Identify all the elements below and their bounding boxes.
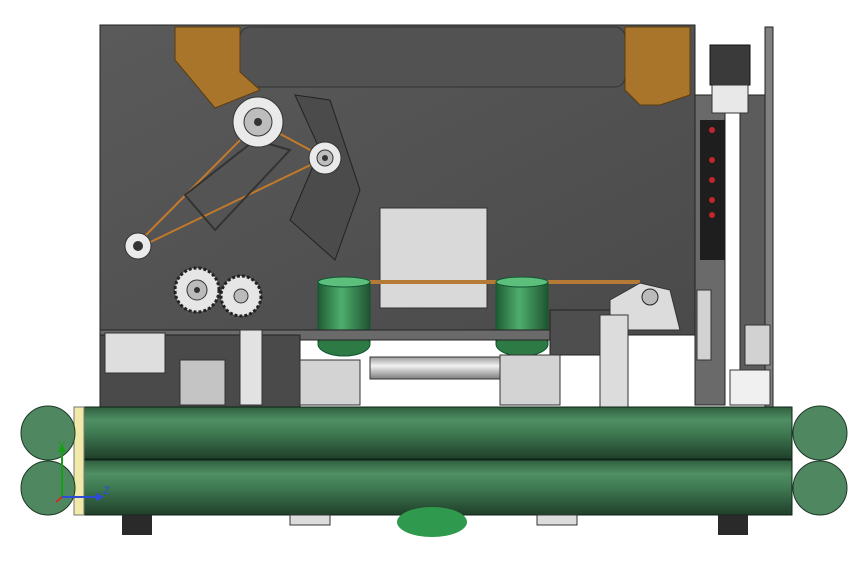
gear-left[interactable] [173,266,221,314]
pulley-large[interactable] [232,96,284,148]
roller-end-cap[interactable] [73,406,85,516]
roller-lower[interactable] [79,459,793,516]
roller-end-right[interactable] [792,405,848,516]
pulley-small[interactable] [124,232,152,260]
green-cylinder-right[interactable] [495,276,549,357]
main-shaft[interactable] [369,356,501,380]
triad-z-label: Z [103,485,110,497]
valve-bank[interactable] [700,120,725,260]
roller-upper[interactable] [79,406,793,460]
motor-top-right[interactable] [709,44,751,114]
center-window-panel[interactable] [379,207,488,309]
green-cylinder-left[interactable] [317,276,371,357]
roller-end-left[interactable] [20,405,76,516]
pulley-medium[interactable] [308,141,342,175]
triad-y-label: Y [58,440,66,452]
cad-3d-viewport[interactable] [0,0,867,562]
bronze-bracket-right[interactable] [624,26,691,106]
gear-right[interactable] [219,274,263,318]
